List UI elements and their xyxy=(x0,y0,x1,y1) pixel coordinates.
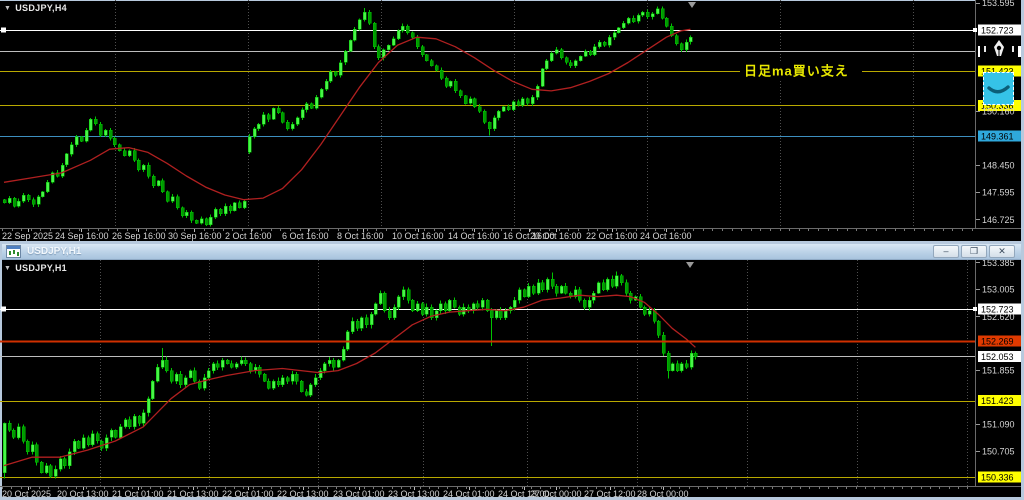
smiley-sticker-object[interactable] xyxy=(983,72,1014,105)
symbol-text-h1: USDJPY,H1 xyxy=(15,263,67,273)
svg-text:26 Sep 16:00: 26 Sep 16:00 xyxy=(112,231,166,241)
h1-chart-canvas[interactable]: 153.385153.005152.723152.620152.269152.0… xyxy=(0,260,1021,500)
maximize-button[interactable]: ❒ xyxy=(961,245,987,258)
close-button[interactable]: ✕ xyxy=(989,245,1015,258)
svg-text:24 Oct 16:00: 24 Oct 16:00 xyxy=(640,231,692,241)
svg-text:151.090: 151.090 xyxy=(982,420,1015,430)
svg-text:152.053: 152.053 xyxy=(981,352,1014,362)
svg-text:10 Oct 16:00: 10 Oct 16:00 xyxy=(392,231,444,241)
svg-text:150.160: 150.160 xyxy=(982,107,1015,117)
svg-text:146.725: 146.725 xyxy=(982,215,1015,225)
mt4-workspace: 日足ma買い支え 153.595 152.723 152.053 151.423 150.… xyxy=(0,0,1024,500)
svg-text:日足ma買い支え: 日足ma買い支え xyxy=(744,64,849,79)
pen-tool-icon[interactable] xyxy=(980,36,1018,62)
svg-text:14 Oct 16:00: 14 Oct 16:00 xyxy=(448,231,500,241)
h1-window-titlebar[interactable]: USDJPY,H1 – ❒ ✕ xyxy=(2,244,1021,260)
symbol-text-h4: USDJPY,H4 xyxy=(15,3,67,13)
h4-chart-canvas[interactable]: 日足ma買い支え153.595152.723152.053151.423150.… xyxy=(0,0,1021,241)
dropdown-icon: ▼ xyxy=(4,265,11,272)
svg-text:8 Oct 16:00: 8 Oct 16:00 xyxy=(337,231,384,241)
svg-text:148.450: 148.450 xyxy=(982,161,1015,171)
dropdown-icon: ▼ xyxy=(4,5,11,12)
svg-text:149.361: 149.361 xyxy=(981,132,1014,142)
svg-text:147.595: 147.595 xyxy=(982,188,1015,198)
smile-arc-glyph xyxy=(985,75,1012,102)
svg-text:152.620: 152.620 xyxy=(982,312,1015,322)
svg-text:153.385: 153.385 xyxy=(982,260,1015,268)
svg-text:22 Sep 2025: 22 Sep 2025 xyxy=(2,231,53,241)
svg-text:150.336: 150.336 xyxy=(981,473,1014,483)
minimize-button[interactable]: – xyxy=(933,245,959,258)
svg-text:22 Oct 16:00: 22 Oct 16:00 xyxy=(586,231,638,241)
svg-text:151.855: 151.855 xyxy=(982,366,1015,376)
svg-text:30 Sep 16:00: 30 Sep 16:00 xyxy=(168,231,222,241)
svg-text:20 Oct 16:00: 20 Oct 16:00 xyxy=(530,231,582,241)
pen-nib-glyph xyxy=(982,38,1016,60)
symbol-label-h4: ▼ USDJPY,H4 xyxy=(4,3,67,13)
svg-text:152.723: 152.723 xyxy=(981,26,1014,36)
svg-text:153.595: 153.595 xyxy=(982,0,1015,8)
svg-text:152.269: 152.269 xyxy=(981,337,1014,347)
symbol-label-h1: ▼ USDJPY,H1 xyxy=(4,263,67,273)
svg-text:2 Oct 16:00: 2 Oct 16:00 xyxy=(225,231,272,241)
svg-text:153.005: 153.005 xyxy=(982,285,1015,295)
svg-text:151.423: 151.423 xyxy=(981,396,1014,406)
svg-text:24 Sep 16:00: 24 Sep 16:00 xyxy=(55,231,109,241)
chart-usdjpy-h4[interactable]: 日足ma買い支え153.595152.723152.053151.423150.… xyxy=(0,0,1021,241)
window-title: USDJPY,H1 xyxy=(27,246,933,257)
svg-text:6 Oct 16:00: 6 Oct 16:00 xyxy=(282,231,329,241)
svg-text:150.705: 150.705 xyxy=(982,447,1015,457)
chart-window-icon xyxy=(6,245,21,258)
chart-usdjpy-h1[interactable]: 153.385153.005152.723152.620152.269152.0… xyxy=(0,260,1021,500)
